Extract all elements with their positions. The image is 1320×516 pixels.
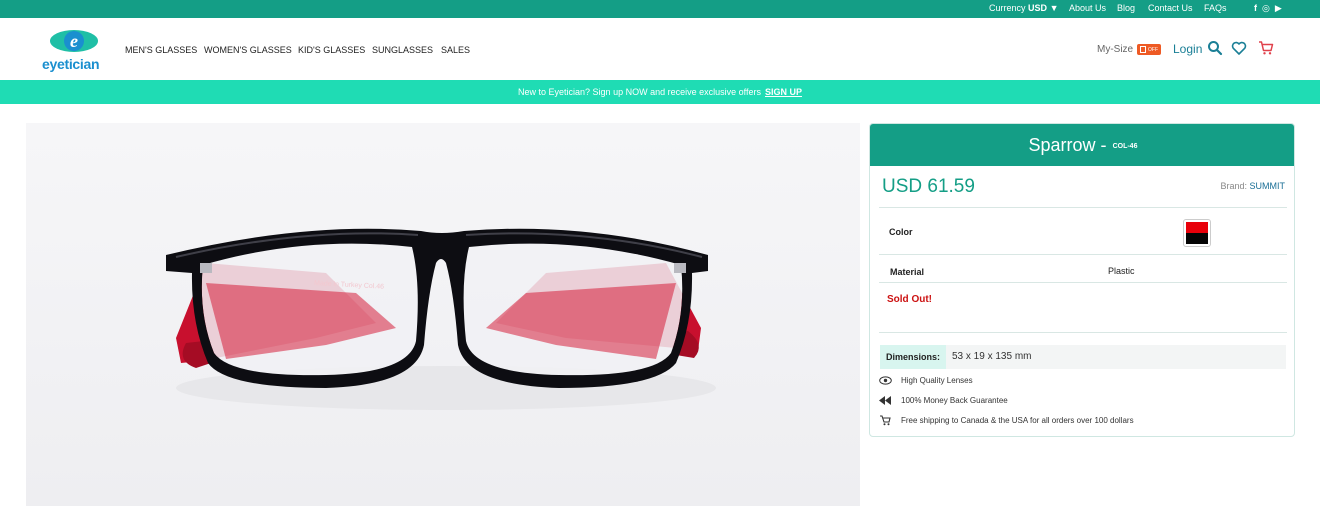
mysize-badge-label: OFF [1148,46,1158,53]
feature-text: High Quality Lenses [901,376,973,385]
mysize-badge[interactable]: OFF [1137,44,1161,55]
divider [879,332,1287,333]
blog-link[interactable]: Blog [1117,3,1135,13]
currency-label: Currency [989,3,1026,13]
contact-us-link[interactable]: Contact Us [1148,3,1193,13]
feature-item: High Quality Lenses [878,375,973,386]
shipping-cart-icon [878,415,892,426]
rewind-icon [878,395,892,406]
product-image[interactable]: Made in Turkey Col.46 [26,123,860,506]
currency-value: USD [1028,3,1048,13]
mysize-link[interactable]: My-Size [1097,44,1133,55]
feature-text: Free shipping to Canada & the USA for al… [901,416,1134,425]
divider [879,207,1287,208]
logo[interactable]: e eyetician [42,25,106,73]
sign-up-link[interactable]: SIGN UP [765,87,802,97]
cart-icon[interactable] [1258,40,1274,56]
youtube-icon[interactable]: ▶ [1275,3,1282,14]
login-link[interactable]: Login [1173,42,1202,56]
social-links: f ◎ ▶ [1254,3,1282,14]
instagram-icon[interactable]: ◎ [1262,3,1270,14]
dimensions-row: Dimensions: 53 x 19 x 135 mm [880,345,1286,369]
product-name: Sparrow - [1028,134,1107,155]
feature-item: 100% Money Back Guarantee [878,395,1008,406]
swatch-bottom [1186,233,1208,244]
logo-text: eyetician [42,56,100,72]
nav-sunglasses[interactable]: SUNGLASSES [372,45,433,55]
product-info-panel: Sparrow - COL-46 USD 61.59 Brand: SUMMIT… [869,123,1295,437]
currency-selector[interactable]: Currency USD ▼ [989,3,1058,13]
dimensions-label: Dimensions: [880,345,946,369]
stock-status: Sold Out! [887,294,932,305]
top-bar: Currency USD ▼ About Us Blog Contact Us … [0,0,1320,18]
search-icon[interactable] [1207,40,1223,56]
color-label: Color [889,227,913,237]
facebook-icon[interactable]: f [1254,3,1257,14]
nav-mens-glasses[interactable]: MEN'S GLASSES [125,45,197,55]
about-us-link[interactable]: About Us [1069,3,1106,13]
eye-icon [878,375,892,386]
faqs-link[interactable]: FAQs [1204,3,1227,13]
material-value: Plastic [1108,266,1135,276]
ruler-icon [1140,46,1146,53]
glasses-illustration: Made in Turkey Col.46 [26,123,860,506]
nav-kids-glasses[interactable]: KID'S GLASSES [298,45,365,55]
swatch-top [1186,222,1208,233]
nav-sales[interactable]: SALES [441,45,470,55]
promo-bar: New to Eyetician? Sign up NOW and receiv… [0,80,1320,104]
product-price: USD 61.59 [882,176,975,197]
brand: Brand: SUMMIT [1220,181,1285,191]
svg-text:e: e [70,31,78,51]
nav-womens-glasses[interactable]: WOMEN'S GLASSES [204,45,292,55]
product-code: COL-46 [1112,143,1138,150]
promo-text: New to Eyetician? Sign up NOW and receiv… [518,87,761,97]
divider [879,254,1287,255]
brand-label: Brand: [1220,181,1247,191]
chevron-down-icon: ▼ [1049,3,1059,13]
product-title-bar: Sparrow - COL-46 [870,124,1294,166]
dimensions-value: 53 x 19 x 135 mm [952,351,1032,362]
main-header: e eyetician MEN'S GLASSES WOMEN'S GLASSE… [0,18,1320,80]
eye-logo-icon: e [50,30,98,52]
divider [879,282,1287,283]
feature-text: 100% Money Back Guarantee [901,396,1008,405]
material-label: Material [890,267,925,277]
feature-item: Free shipping to Canada & the USA for al… [878,415,1134,426]
heart-icon[interactable] [1231,40,1247,56]
color-swatch[interactable] [1183,219,1211,247]
brand-link[interactable]: SUMMIT [1250,181,1286,191]
